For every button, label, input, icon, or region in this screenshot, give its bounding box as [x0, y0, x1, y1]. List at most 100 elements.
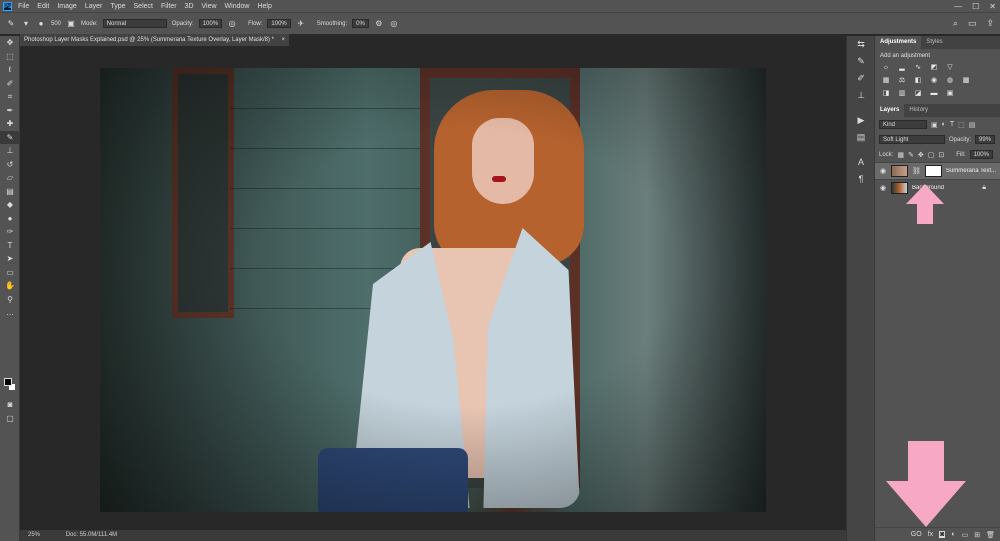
new-adjustment-layer-icon[interactable]: ◐ — [951, 531, 955, 538]
stamp-tool-icon[interactable]: ⊥ — [0, 144, 20, 158]
menu-window[interactable]: Window — [225, 3, 250, 10]
brush-tool-icon[interactable]: ✎ — [6, 19, 16, 29]
share-icon[interactable]: ⇪ — [986, 18, 994, 29]
pressure-size-icon[interactable]: ◎ — [389, 19, 399, 29]
gear-icon[interactable]: ⚙ — [374, 19, 384, 29]
zoom-tool-icon[interactable]: ⚲ — [0, 293, 20, 307]
fill-field[interactable]: 100% — [969, 150, 993, 159]
color-lookup-icon[interactable]: ▩ — [961, 76, 971, 85]
menu-type[interactable]: Type — [110, 3, 125, 10]
menu-layer[interactable]: Layer — [85, 3, 103, 10]
character-panel-icon[interactable]: A — [847, 154, 875, 171]
workspace-icon[interactable]: ▭ — [968, 18, 977, 29]
close-tab-icon[interactable]: × — [281, 34, 285, 46]
actions-play-icon[interactable]: ▶ — [847, 112, 875, 129]
layer-kind-filter[interactable]: Kind — [879, 120, 927, 129]
filter-adjustment-icon[interactable]: ◐ — [942, 121, 946, 128]
lock-transparent-icon[interactable]: ▦ — [897, 151, 904, 159]
foreground-color-swatch[interactable] — [4, 378, 12, 386]
tab-history[interactable]: History — [904, 104, 933, 117]
fx-icon[interactable]: fx — [928, 531, 933, 538]
canvas-area[interactable] — [20, 46, 846, 530]
link-layers-icon[interactable]: GO — [911, 531, 922, 538]
blend-mode-select[interactable]: Soft Light — [879, 135, 945, 144]
color-balance-icon[interactable]: ⚖ — [897, 76, 907, 85]
gradient-tool-icon[interactable]: ▤ — [0, 185, 20, 199]
curves-icon[interactable]: ∿ — [913, 63, 923, 72]
document-tab[interactable]: Photoshop Layer Masks Explained.psd @ 25… — [20, 34, 290, 46]
tab-adjustments[interactable]: Adjustments — [875, 36, 922, 49]
screen-mode-icon[interactable]: ▢ — [0, 412, 20, 426]
photo-filter-icon[interactable]: ◉ — [929, 76, 939, 85]
history-brush-tool-icon[interactable]: ↺ — [0, 158, 20, 172]
history-panel-icon[interactable]: ⇆ — [847, 36, 875, 53]
tab-styles[interactable]: Styles — [921, 36, 947, 49]
more-tools-icon[interactable]: … — [0, 306, 20, 320]
eyedropper-tool-icon[interactable]: ✒ — [0, 104, 20, 118]
search-icon[interactable]: ⌕ — [953, 18, 958, 29]
photoshop-logo[interactable]: Ps — [3, 1, 12, 11]
black-white-icon[interactable]: ◧ — [913, 76, 923, 85]
filter-pixel-icon[interactable]: ▣ — [931, 121, 938, 129]
levels-icon[interactable]: ▂ — [897, 63, 907, 72]
mode-select[interactable]: Normal — [102, 19, 167, 28]
layer-name[interactable]: Summerana Text... — [946, 168, 996, 174]
brush-tool-icon[interactable]: ✎ — [0, 130, 20, 144]
link-icon[interactable]: ⛓ — [912, 167, 921, 175]
blur-tool-icon[interactable]: ◆ — [0, 198, 20, 212]
brush-panel-icon[interactable]: ▣ — [66, 19, 76, 29]
menu-help[interactable]: Help — [257, 3, 271, 10]
smoothing-field[interactable]: 0% — [352, 19, 369, 28]
brushes-panel-icon[interactable]: ✐ — [847, 70, 875, 87]
exposure-icon[interactable]: ◩ — [929, 63, 939, 72]
new-layer-icon[interactable]: ⊞ — [974, 531, 980, 539]
flow-field[interactable]: 100% — [267, 19, 291, 28]
hue-saturation-icon[interactable]: ▦ — [881, 76, 891, 85]
lock-image-icon[interactable]: ✎ — [908, 151, 914, 159]
invert-icon[interactable]: ◨ — [881, 89, 891, 98]
channel-mixer-icon[interactable]: ◍ — [945, 76, 955, 85]
chevron-down-icon[interactable]: ▾ — [21, 19, 31, 29]
menu-view[interactable]: View — [202, 3, 217, 10]
threshold-icon[interactable]: ◪ — [913, 89, 923, 98]
eye-icon[interactable]: ◉ — [879, 184, 887, 192]
new-group-icon[interactable]: ▭ — [962, 531, 969, 539]
menu-file[interactable]: File — [18, 3, 29, 10]
layer-row-texture[interactable]: ◉ ⛓ Summerana Text... — [875, 162, 1000, 179]
tab-layers[interactable]: Layers — [875, 104, 905, 117]
move-tool-icon[interactable]: ✥ — [0, 36, 20, 50]
maximize-button[interactable]: ☐ — [972, 2, 979, 11]
brush-preset-icon[interactable]: ● — [36, 19, 46, 29]
paragraph-panel-icon[interactable]: ¶ — [847, 171, 875, 188]
vibrance-icon[interactable]: ▽ — [945, 63, 955, 72]
lock-position-icon[interactable]: ✥ — [918, 151, 924, 159]
document-photo[interactable] — [100, 68, 766, 512]
menu-edit[interactable]: Edit — [37, 3, 49, 10]
lock-artboard-icon[interactable]: ▢ — [928, 151, 935, 159]
menu-select[interactable]: Select — [134, 3, 153, 10]
menu-filter[interactable]: Filter — [161, 3, 177, 10]
trash-icon[interactable]: 🗑︎ — [986, 531, 995, 539]
marquee-tool-icon[interactable]: ⬚ — [0, 50, 20, 64]
menu-image[interactable]: Image — [57, 3, 76, 10]
brush-settings-icon[interactable]: ✎ — [847, 53, 875, 70]
lock-all-icon[interactable]: ⊡ — [938, 151, 944, 159]
filter-type-icon[interactable]: T — [950, 121, 954, 128]
crop-tool-icon[interactable]: ⌗ — [0, 90, 20, 104]
brightness-icon[interactable]: ☼ — [881, 63, 891, 72]
filter-smart-icon[interactable]: ▤ — [969, 121, 976, 129]
opacity-field[interactable]: 100% — [198, 19, 223, 28]
doc-info[interactable]: Doc: 55.0M/111.4M — [66, 532, 117, 538]
quick-select-tool-icon[interactable]: ✐ — [0, 77, 20, 91]
properties-icon[interactable]: ▤ — [847, 129, 875, 146]
lasso-tool-icon[interactable]: ℓ — [0, 63, 20, 77]
eye-icon[interactable]: ◉ — [879, 167, 887, 175]
layer-opacity-field[interactable]: 99% — [975, 135, 996, 144]
layer-mask-thumbnail[interactable] — [924, 165, 942, 177]
pressure-opacity-icon[interactable]: ◎ — [227, 19, 237, 29]
quick-mask-icon[interactable]: ◙ — [0, 398, 20, 412]
type-tool-icon[interactable]: T — [0, 239, 20, 253]
menu-3d[interactable]: 3D — [185, 3, 194, 10]
zoom-level[interactable]: 25% — [28, 532, 40, 538]
minimize-button[interactable]: — — [954, 2, 962, 11]
